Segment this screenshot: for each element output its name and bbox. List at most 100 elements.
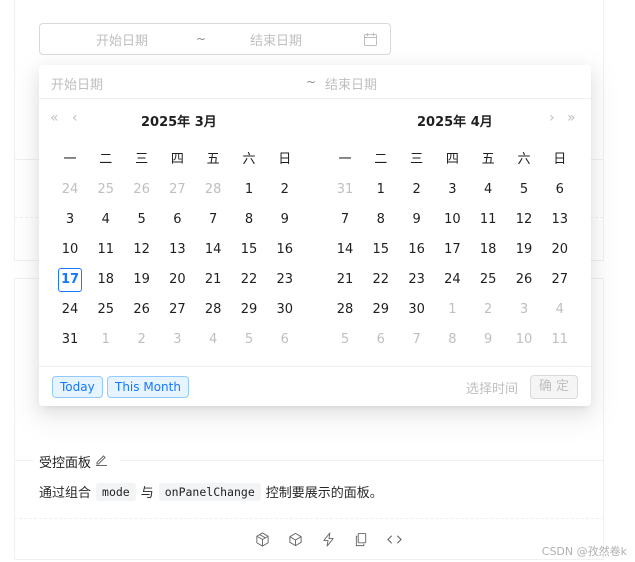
date-cell[interactable]: 10	[440, 208, 464, 232]
start-date-input[interactable]: 开始日期	[96, 30, 148, 49]
date-cell[interactable]: 30	[273, 298, 297, 322]
ok-button[interactable]: 确 定	[530, 375, 578, 399]
panel-end-input[interactable]: 结束日期	[325, 74, 377, 93]
date-cell[interactable]: 25	[94, 298, 118, 322]
date-cell[interactable]: 13	[548, 208, 572, 232]
date-cell[interactable]: 26	[512, 268, 536, 292]
date-cell[interactable]: 3	[58, 208, 82, 232]
date-cell[interactable]: 16	[405, 238, 429, 262]
date-cell[interactable]: 14	[201, 238, 225, 262]
date-cell[interactable]: 29	[237, 298, 261, 322]
edit-icon[interactable]	[95, 453, 108, 470]
date-cell[interactable]: 5	[130, 208, 154, 232]
date-cell[interactable]: 28	[201, 298, 225, 322]
date-cell[interactable]: 1	[440, 298, 464, 322]
date-cell[interactable]: 5	[237, 328, 261, 352]
range-picker-input[interactable]: 开始日期 ~ 结束日期	[39, 23, 391, 55]
date-cell[interactable]: 9	[273, 208, 297, 232]
date-cell[interactable]: 27	[548, 268, 572, 292]
today-preset-button[interactable]: Today	[52, 376, 103, 398]
right-month-title[interactable]: 2025年 4月	[417, 111, 493, 130]
date-cell[interactable]: 19	[512, 238, 536, 262]
date-cell[interactable]: 12	[130, 238, 154, 262]
date-cell[interactable]: 6	[273, 328, 297, 352]
date-cell[interactable]: 21	[201, 268, 225, 292]
date-cell[interactable]: 4	[548, 298, 572, 322]
date-cell[interactable]: 29	[369, 298, 393, 322]
date-cell[interactable]: 8	[237, 208, 261, 232]
date-cell[interactable]: 24	[58, 298, 82, 322]
date-cell[interactable]: 4	[94, 208, 118, 232]
expand-code-icon[interactable]	[384, 530, 404, 548]
date-cell[interactable]: 28	[333, 298, 357, 322]
date-cell[interactable]: 6	[369, 328, 393, 352]
date-cell[interactable]: 25	[476, 268, 500, 292]
date-cell[interactable]: 14	[333, 238, 357, 262]
date-cell[interactable]: 2	[476, 298, 500, 322]
date-cell[interactable]: 11	[94, 238, 118, 262]
date-cell[interactable]: 3	[440, 178, 464, 202]
date-cell[interactable]: 23	[405, 268, 429, 292]
date-cell[interactable]: 7	[201, 208, 225, 232]
date-cell[interactable]: 16	[273, 238, 297, 262]
date-cell[interactable]: 27	[165, 298, 189, 322]
date-cell[interactable]: 7	[405, 328, 429, 352]
date-cell[interactable]: 31	[58, 328, 82, 352]
date-cell[interactable]: 1	[237, 178, 261, 202]
date-cell[interactable]: 26	[130, 178, 154, 202]
date-cell[interactable]: 6	[548, 178, 572, 202]
date-cell[interactable]: 11	[476, 208, 500, 232]
end-date-input[interactable]: 结束日期	[250, 30, 302, 49]
date-cell[interactable]: 12	[512, 208, 536, 232]
date-cell[interactable]: 2	[273, 178, 297, 202]
date-cell[interactable]: 21	[333, 268, 357, 292]
date-cell[interactable]: 22	[369, 268, 393, 292]
date-cell[interactable]: 19	[130, 268, 154, 292]
date-cell[interactable]: 15	[369, 238, 393, 262]
date-cell[interactable]: 4	[201, 328, 225, 352]
super-prev-year-icon[interactable]: «	[50, 110, 59, 126]
date-cell[interactable]: 3	[165, 328, 189, 352]
copy-icon[interactable]	[351, 530, 371, 548]
date-cell[interactable]: 8	[440, 328, 464, 352]
date-cell[interactable]: 20	[548, 238, 572, 262]
date-cell[interactable]: 5	[512, 178, 536, 202]
date-cell[interactable]: 26	[130, 298, 154, 322]
date-cell[interactable]: 25	[94, 178, 118, 202]
calendar-icon[interactable]	[364, 33, 377, 50]
date-cell[interactable]: 20	[165, 268, 189, 292]
date-cell[interactable]: 28	[201, 178, 225, 202]
date-cell[interactable]: 31	[333, 178, 357, 202]
date-cell[interactable]: 9	[476, 328, 500, 352]
date-cell[interactable]: 2	[130, 328, 154, 352]
date-cell[interactable]: 7	[333, 208, 357, 232]
stackblitz-icon[interactable]	[318, 530, 338, 548]
date-cell[interactable]: 10	[512, 328, 536, 352]
date-cell[interactable]: 18	[476, 238, 500, 262]
date-cell[interactable]: 6	[165, 208, 189, 232]
date-cell[interactable]: 9	[405, 208, 429, 232]
this-month-preset-button[interactable]: This Month	[107, 376, 189, 398]
date-cell[interactable]: 13	[165, 238, 189, 262]
select-time-link[interactable]: 选择时间	[466, 378, 518, 397]
date-cell[interactable]: 23	[273, 268, 297, 292]
panel-start-input[interactable]: 开始日期	[51, 74, 103, 93]
date-cell[interactable]: 22	[237, 268, 261, 292]
date-cell[interactable]: 4	[476, 178, 500, 202]
date-cell[interactable]: 10	[58, 238, 82, 262]
date-cell[interactable]: 3	[512, 298, 536, 322]
next-month-icon[interactable]: ›	[549, 110, 555, 126]
date-cell[interactable]: 24	[440, 268, 464, 292]
codesandbox-icon[interactable]	[252, 530, 272, 548]
date-cell[interactable]: 27	[165, 178, 189, 202]
date-cell[interactable]: 11	[548, 328, 572, 352]
date-cell[interactable]: 15	[237, 238, 261, 262]
date-cell[interactable]: 17	[440, 238, 464, 262]
date-cell[interactable]: 18	[94, 268, 118, 292]
date-cell[interactable]: 1	[369, 178, 393, 202]
date-cell[interactable]: 8	[369, 208, 393, 232]
date-cell[interactable]: 5	[333, 328, 357, 352]
date-cell[interactable]: 2	[405, 178, 429, 202]
date-cell-today[interactable]: 17	[58, 268, 82, 292]
date-cell[interactable]: 24	[58, 178, 82, 202]
